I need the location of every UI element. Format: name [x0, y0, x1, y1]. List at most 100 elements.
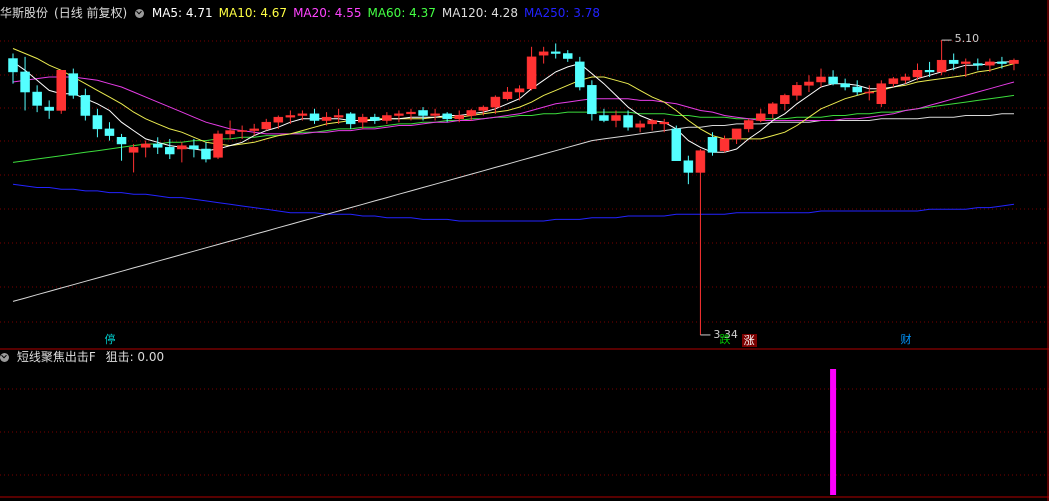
candle-body	[80, 95, 91, 116]
ma-legend-item: MA120: 4.28	[441, 6, 518, 20]
candle-body	[550, 51, 561, 54]
candle-body	[538, 51, 549, 56]
ma-legend-item: MA5: 4.71	[151, 6, 213, 20]
candle-body	[490, 96, 501, 108]
candle-body	[599, 115, 609, 121]
ma-legend-item: MA250: 3.78	[523, 6, 600, 20]
candle-body	[370, 116, 380, 121]
candle-body	[768, 103, 778, 115]
candle-body	[864, 91, 875, 94]
candle-body	[755, 113, 766, 121]
main-chart-header: 华斯股份 (日线 前复权) MA5: 4.71 MA10: 4.67 MA20: 4.…	[0, 4, 612, 22]
candle-body	[792, 85, 802, 96]
signal-bar	[830, 369, 837, 495]
ma-legend: MA5: 4.71 MA10: 4.67 MA20: 4.55 MA60: 4.37 M…	[152, 6, 606, 20]
ma60-line	[12, 94, 1015, 163]
candle-body	[466, 110, 477, 116]
candle-body	[104, 128, 115, 136]
candle-body	[707, 137, 718, 153]
candle-body	[225, 130, 235, 135]
candle-body	[321, 116, 332, 121]
candle-body	[201, 148, 211, 160]
candle-body	[333, 115, 344, 118]
candle-body	[345, 113, 356, 125]
ma-legend-item: MA10: 4.67	[218, 6, 288, 20]
candle-body	[249, 128, 259, 131]
candle-body	[309, 113, 320, 121]
event-tag[interactable]: 停	[102, 333, 117, 346]
candle-body	[213, 133, 223, 158]
candle-body	[924, 70, 935, 73]
candle-body	[140, 143, 151, 148]
indicator-title: 短线聚焦出击F	[16, 350, 96, 364]
high-price-label: 5.10	[954, 32, 980, 46]
period-label: (日线 前复权)	[54, 6, 128, 20]
candle-body	[719, 138, 730, 151]
candle-body	[382, 115, 392, 121]
candle-body	[478, 106, 489, 111]
candle-body	[261, 121, 272, 130]
kline-chart-canvas[interactable]	[0, 0, 1049, 501]
chevron-down-icon[interactable]	[0, 353, 9, 362]
candle-body	[623, 115, 633, 128]
sub-chart-header: 短线聚焦出击F 狙击: 0.00	[0, 348, 170, 366]
candle-body	[816, 76, 826, 83]
event-tag[interactable]: 跌	[718, 333, 733, 346]
chevron-down-icon[interactable]	[135, 9, 145, 18]
candle-body	[936, 59, 947, 73]
candle-body	[948, 59, 959, 64]
candle-body	[285, 115, 296, 118]
candle-body	[177, 145, 187, 150]
candle-body	[32, 91, 42, 106]
stock-name: 华斯股份	[0, 6, 49, 20]
indicator-value: 狙击: 0.00	[105, 350, 165, 364]
candle-body	[237, 130, 247, 132]
candle-body	[68, 73, 79, 96]
candle-body	[152, 143, 163, 148]
candle-body	[20, 71, 30, 93]
candle-body	[743, 120, 754, 130]
candle-body	[804, 81, 814, 86]
candle-body	[563, 53, 573, 59]
candle-body	[985, 61, 995, 66]
candle-body	[128, 147, 139, 153]
candle-body	[997, 61, 1007, 64]
candle-body	[840, 83, 850, 88]
candle-body	[647, 120, 657, 125]
candle-body	[514, 88, 525, 93]
ma120-line	[12, 113, 1014, 302]
candle-body	[502, 91, 513, 99]
candle-body	[406, 111, 416, 115]
candle-body	[731, 128, 742, 140]
candle-body	[635, 123, 645, 128]
candle-body	[418, 110, 428, 116]
candle-body	[526, 56, 537, 89]
candle-body	[44, 106, 54, 111]
candle-body	[297, 113, 308, 116]
candle-body	[56, 70, 66, 111]
candle-body	[780, 95, 790, 105]
ma10-line	[12, 48, 1015, 147]
candle-body	[357, 116, 368, 123]
candle-body	[430, 113, 440, 116]
candle-body	[273, 116, 284, 123]
candle-body	[828, 76, 838, 84]
candle-body	[575, 61, 585, 88]
candle-body	[695, 150, 706, 173]
candle-body	[454, 115, 464, 120]
event-tag[interactable]: 财	[898, 333, 913, 346]
candle-body	[973, 63, 983, 66]
event-tag[interactable]: 涨	[741, 334, 757, 347]
candle-body	[394, 113, 404, 116]
candle-body	[912, 70, 923, 78]
candle-body	[659, 121, 669, 125]
candle-body	[587, 85, 597, 115]
candle-body	[442, 113, 452, 120]
candle-body	[189, 145, 199, 150]
candle-body	[888, 78, 899, 84]
ma-legend-item: MA20: 4.55	[293, 6, 362, 20]
candle-body	[876, 83, 887, 105]
stock-title: 华斯股份 (日线 前复权)	[0, 6, 127, 20]
candle-body	[671, 128, 682, 161]
candle-body	[1009, 59, 1019, 64]
